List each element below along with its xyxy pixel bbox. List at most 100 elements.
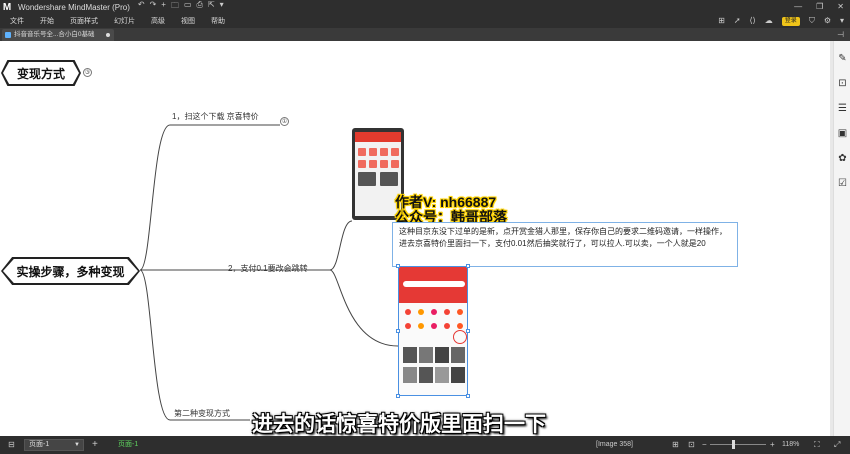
share-icon[interactable]: ⟨⟩ [750, 14, 756, 28]
product-thumbnail [419, 347, 433, 363]
document-tab[interactable]: 抖音音乐号全...合小白0基础 [2, 29, 114, 41]
app-icon [405, 309, 411, 315]
mindmap-canvas[interactable]: 变现方式 ③ 实操步骤，多种变现 1，扫这个下载 京喜特价 ① 2，支付0.1要… [0, 41, 830, 436]
page-select[interactable]: 页面-1 ▼ [24, 439, 84, 451]
product-thumbnail [435, 367, 449, 383]
close-button[interactable]: ✕ [837, 0, 844, 14]
title-bar: M Wondershare MindMaster (Pro) ↶ ↷ + 🗀 ▭… [0, 0, 850, 14]
fit-page-icon[interactable]: ⊞ [672, 436, 679, 454]
document-tab-label: 抖音音乐号全...合小白0基础 [14, 31, 95, 38]
fit-screen-icon[interactable]: ⛶ [814, 436, 820, 454]
connector-branch3 [139, 269, 250, 421]
minimize-button[interactable]: — [794, 0, 802, 14]
app-icon [418, 309, 424, 315]
redo-icon[interactable]: ↷ [150, 0, 157, 14]
page-tab[interactable]: 页面-1 [118, 436, 138, 454]
connector-top-image [329, 220, 353, 271]
app-tile [380, 160, 388, 168]
app-tile [380, 172, 398, 186]
fit-width-icon[interactable]: ⊡ [688, 436, 695, 454]
fullscreen-icon[interactable]: ⤢ [834, 436, 840, 454]
app-icon [457, 309, 463, 315]
more-chevron-icon[interactable]: ▾ [840, 14, 844, 28]
outline-icon[interactable]: ☰ [837, 103, 848, 114]
unsaved-dot-icon [106, 33, 110, 37]
top-topic-count-badge[interactable]: ③ [83, 68, 92, 77]
settings-icon[interactable]: ⚙ [824, 14, 831, 28]
branch-3-label[interactable]: 第二种变现方式 [174, 408, 230, 419]
selection-info: [Image 358] [596, 441, 633, 448]
app-tile [369, 148, 377, 156]
zoom-slider[interactable] [710, 444, 766, 445]
app-tile [358, 160, 366, 168]
app-icon [444, 309, 450, 315]
app-tile [391, 160, 399, 168]
app-icon [444, 323, 450, 329]
branch-2-label[interactable]: 2，支付0.1要改会跳转 [228, 263, 308, 274]
highlight-circle [453, 330, 467, 344]
resize-handle-mr[interactable] [466, 329, 470, 333]
app-tile [391, 148, 399, 156]
menu-page-style[interactable]: 页面样式 [64, 16, 104, 26]
save-icon[interactable]: ▭ [184, 0, 192, 14]
pin-panel-icon[interactable]: ⊣ [837, 28, 844, 41]
task-icon[interactable]: ☑ [837, 178, 848, 189]
product-thumbnail [435, 347, 449, 363]
new-icon[interactable]: + [161, 0, 166, 14]
resize-handle-tl[interactable] [396, 264, 400, 268]
image-icon[interactable]: ▣ [837, 128, 848, 139]
phone-header-bar [355, 132, 401, 142]
login-button[interactable]: 登录 [781, 16, 800, 26]
product-thumbnail [451, 347, 465, 363]
cloud-icon[interactable]: ☁ [765, 14, 773, 28]
main-topic[interactable]: 实操步骤，多种变现 [3, 259, 138, 283]
resize-handle-bl[interactable] [396, 394, 400, 398]
layout-icon[interactable]: ⊡ [837, 78, 848, 89]
menu-tools: ⊞ ➚ ⟨⟩ ☁ 登录 ⛉ ⚙ ▾ [718, 14, 844, 28]
menu-file[interactable]: 文件 [4, 16, 30, 26]
menu-help[interactable]: 帮助 [205, 16, 231, 26]
menu-slides[interactable]: 幻灯片 [108, 16, 141, 26]
window-controls: — ❐ ✕ [794, 0, 844, 14]
product-thumbnail [451, 367, 465, 383]
right-sidebar: ✎ ⊡ ☰ ▣ ✿ ☑ [833, 41, 850, 436]
resize-handle-ml[interactable] [396, 329, 400, 333]
menu-advanced[interactable]: 高级 [145, 16, 171, 26]
top-topic[interactable]: 变现方式 [3, 62, 79, 84]
note-box[interactable]: 这种目京东没下过单的是新，点开赏金猎人那里，保存你自己的要求二维码邀请，一样操作… [392, 222, 738, 267]
chevron-down-icon: ▼ [74, 442, 80, 448]
app-icon [431, 323, 437, 329]
zoom-out-icon[interactable]: − [702, 436, 707, 454]
menu-view[interactable]: 视图 [175, 16, 201, 26]
publish-icon[interactable]: ➚ [734, 14, 741, 28]
top-topic-label: 变现方式 [16, 66, 65, 81]
template-icon[interactable]: ⊞ [718, 14, 725, 28]
format-paint-icon[interactable]: ✎ [837, 53, 848, 64]
zoom-in-icon[interactable]: + [770, 436, 775, 454]
branch-1-count-badge[interactable]: ① [280, 117, 289, 126]
branch-1-label[interactable]: 1，扫这个下载 京喜特价 [172, 111, 259, 122]
clipart-icon[interactable]: ✿ [837, 153, 848, 164]
resize-handle-br[interactable] [466, 394, 470, 398]
app-icon [431, 309, 437, 315]
print-icon[interactable]: ⎙ [197, 0, 203, 14]
add-page-button[interactable]: + [92, 436, 98, 454]
panel-toggle-icon[interactable]: ⊟ [8, 436, 15, 454]
menu-home[interactable]: 开始 [34, 16, 60, 26]
export-icon[interactable]: ⇱ [208, 0, 215, 14]
video-subtitle: 进去的话惊喜特价版里面扫一下 [252, 413, 546, 436]
app-icon [405, 323, 411, 329]
product-thumbnail [419, 367, 433, 383]
resize-handle-tr[interactable] [466, 264, 470, 268]
zoom-slider-knob[interactable] [732, 440, 735, 449]
restore-button[interactable]: ❐ [816, 0, 823, 14]
open-folder-icon[interactable]: 🗀 [171, 0, 179, 14]
undo-icon[interactable]: ↶ [138, 0, 145, 14]
app-icon [457, 323, 463, 329]
zoom-level[interactable]: 118% [782, 436, 799, 454]
connector-branch1 [139, 124, 280, 271]
menu-bar: 文件 开始 页面样式 幻灯片 高级 视图 帮助 ⊞ ➚ ⟨⟩ ☁ 登录 ⛉ ⚙ … [0, 14, 850, 28]
customize-chevron-icon[interactable]: ▾ [220, 0, 224, 14]
shirt-icon[interactable]: ⛉ [809, 14, 815, 28]
quick-access-toolbar: ↶ ↷ + 🗀 ▭ ⎙ ⇱ ▾ [138, 0, 224, 14]
